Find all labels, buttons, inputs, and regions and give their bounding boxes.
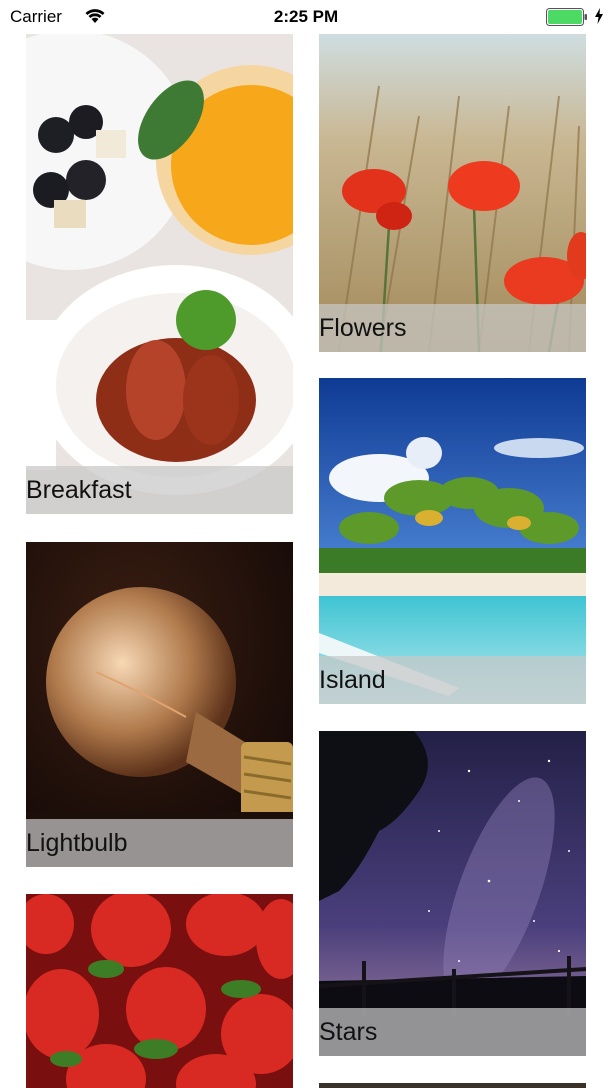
breakfast-image [26, 0, 293, 514]
caption-breakfast: Breakfast [26, 476, 132, 504]
strawberries-image [26, 894, 293, 1088]
charging-bolt-icon [595, 8, 603, 24]
gallery-item-breakfast[interactable]: Breakfast [26, 0, 293, 514]
caption-bar: Flowers [319, 304, 586, 352]
gallery-item-flowers[interactable]: Flowers [319, 26, 586, 352]
caption-flowers: Flowers [319, 314, 407, 342]
caption-island: Island [319, 666, 386, 694]
caption-lightbulb: Lightbulb [26, 829, 128, 857]
gallery-item-island[interactable]: Island [319, 378, 586, 704]
gallery-item-lightbulb[interactable]: Lightbulb [26, 542, 293, 867]
caption-bar: Lightbulb [26, 819, 293, 867]
caption-bar: Island [319, 656, 586, 704]
gallery-item-strawberries[interactable] [26, 894, 293, 1088]
status-bar: Carrier 2:25 PM [0, 0, 612, 34]
caption-stars: Stars [319, 1018, 378, 1046]
caption-bar: Breakfast [26, 466, 293, 514]
gallery-item-stars[interactable]: Stars [319, 731, 586, 1056]
gallery-item-next[interactable] [319, 1083, 586, 1088]
status-time: 2:25 PM [273, 7, 339, 26]
caption-bar: Stars [319, 1008, 586, 1056]
battery-icon [546, 8, 587, 26]
